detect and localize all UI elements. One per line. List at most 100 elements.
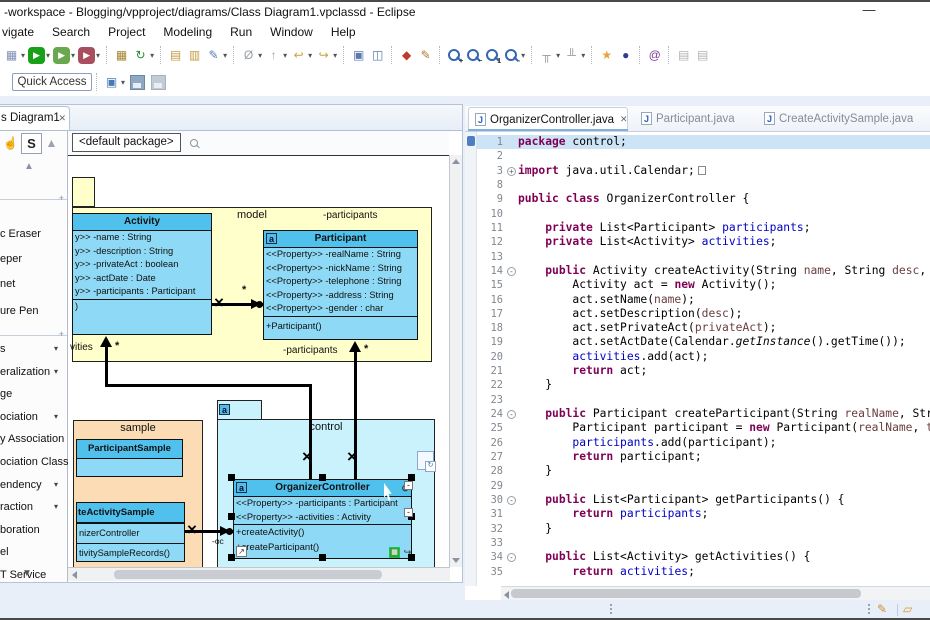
collapse-attributes-button[interactable]: - (404, 481, 413, 490)
align-bottom-icon[interactable]: ╨ (563, 47, 580, 64)
zoom-in-icon[interactable]: + (446, 47, 463, 64)
skip-breakpoints-icon-caret[interactable]: ▾ (258, 51, 262, 60)
quick-access-box[interactable]: Quick Access (12, 73, 92, 91)
new-wizard-caret[interactable]: ▾ (121, 78, 125, 87)
class-create-activity-sample[interactable]: teActivitySample nizerControllertivitySa… (76, 502, 185, 562)
align-top-icon[interactable]: ╥ (538, 47, 555, 64)
palette-item-ociation[interactable]: ociation▾ (0, 407, 38, 427)
dropdown-caret-icon[interactable]: ▾ (54, 475, 58, 495)
menu-window[interactable]: Window (261, 22, 322, 39)
close-icon[interactable]: ✕ (620, 114, 628, 125)
hand-tool-icon[interactable]: ☝ (1, 133, 20, 152)
mark-occurrences-icon[interactable]: ↑ (265, 47, 282, 64)
dropdown-caret-icon[interactable]: ▾ (54, 339, 58, 359)
coverage-icon[interactable]: ▶ (53, 47, 70, 64)
class-activity[interactable]: Activity y>> -name : Stringy>> -descript… (72, 213, 212, 335)
globe-icon[interactable]: ● (617, 47, 634, 64)
profile-icon-caret[interactable]: ▾ (96, 51, 100, 60)
save-all-icon[interactable] (151, 75, 166, 90)
resource-cursor-icon[interactable]: ↪ (402, 547, 413, 558)
update-project-icon[interactable]: ↻ (132, 47, 149, 64)
show-members-icon[interactable]: ▦ (389, 547, 400, 558)
open-perspective-icon[interactable]: ▣ (350, 47, 367, 64)
open-folder-icon[interactable]: ▤ (167, 47, 184, 64)
scrollbar-thumb[interactable] (114, 570, 382, 579)
align-bottom-icon-caret[interactable]: ▾ (581, 51, 585, 60)
scroll-left-icon[interactable] (504, 591, 509, 599)
palette-item-boration[interactable]: boration (0, 520, 40, 540)
palette-item-s[interactable]: s▾ (0, 339, 6, 359)
editor-tab-participant-java[interactable]: JParticipant.java (635, 107, 735, 130)
menu-modeling[interactable]: Modeling (154, 22, 221, 39)
sync-hint-icon[interactable]: ↻ (417, 451, 434, 470)
diagram-canvas[interactable]: model -participants sample a control × *… (68, 155, 450, 568)
palette-item-net[interactable]: net (0, 274, 15, 294)
zoom-fit-icon-caret[interactable]: ▾ (521, 51, 525, 60)
back-icon[interactable]: ↩ (290, 47, 307, 64)
scrollbar-thumb[interactable] (511, 589, 861, 598)
diagram-vertical-scrollbar[interactable] (449, 155, 462, 567)
mail-icon[interactable]: @ (646, 47, 663, 64)
wand-icon[interactable]: ✎ (205, 47, 222, 64)
dropdown-caret-icon[interactable]: ▾ (54, 497, 58, 517)
selection-handle[interactable] (228, 554, 235, 561)
next-edit-icon[interactable]: ▤ (694, 47, 711, 64)
wand-icon-caret[interactable]: ▾ (223, 51, 227, 60)
back-icon-caret[interactable]: ▾ (308, 51, 312, 60)
fold-toggle-icon[interactable]: - (507, 267, 516, 276)
palette-splitter-handle[interactable]: + (59, 329, 64, 339)
format-brush-icon[interactable]: ✎ (417, 47, 434, 64)
bookmark-icon[interactable]: ◆ (398, 47, 415, 64)
fold-toggle-icon[interactable]: + (507, 167, 516, 176)
clipped-icon[interactable]: ▦ (3, 47, 20, 64)
palette-scroll-up-icon[interactable]: ▲ (24, 161, 34, 172)
close-icon[interactable]: ✕ (58, 107, 66, 130)
forward-icon[interactable]: ↪ (315, 47, 332, 64)
palette-item-el[interactable]: el (0, 542, 9, 562)
overview-map-icon[interactable]: ▱ (903, 602, 912, 616)
new-java-project-icon[interactable]: ▦ (113, 47, 130, 64)
editor-tab-createactivitysample-java[interactable]: JCreateActivitySample.java (758, 107, 913, 130)
last-edit-icon[interactable]: ▤ (675, 47, 692, 64)
skip-breakpoints-icon[interactable]: Ø (240, 47, 257, 64)
palette-item-eper[interactable]: eper (0, 249, 22, 269)
dropdown-caret-icon[interactable]: ▾ (54, 362, 58, 382)
jump-to-source-icon[interactable]: ↗ (236, 546, 247, 557)
minimize-button[interactable]: — (852, 2, 886, 22)
scroll-up-icon[interactable] (452, 159, 460, 164)
collapse-operations-button[interactable]: - (404, 508, 413, 517)
folder-icon[interactable]: ▥ (186, 47, 203, 64)
align-top-icon-caret[interactable]: ▾ (556, 51, 560, 60)
zoom-fit-icon[interactable]: ▫ (503, 47, 520, 64)
control-package-tab[interactable]: a (217, 400, 262, 420)
code-area[interactable]: package control;import java.util.Calenda… (518, 132, 930, 586)
palette-item-ge[interactable]: ge (0, 384, 12, 404)
fold-toggle-icon[interactable]: - (507, 410, 516, 419)
fast-view-icon[interactable]: ◫ (369, 47, 386, 64)
palette-splitter-handle[interactable]: + (59, 193, 64, 203)
model-star-icon[interactable]: ★ (598, 47, 615, 64)
pointer-tool-icon[interactable]: ▲ (42, 133, 61, 152)
dropdown-caret-icon[interactable]: ▾ (54, 407, 58, 427)
mark-occurrences-icon-caret[interactable]: ▾ (283, 51, 287, 60)
menu-search[interactable]: Search (43, 22, 99, 39)
class-participant[interactable]: a Participant <<Property>> -realName : S… (263, 230, 418, 340)
fold-toggle-icon[interactable]: - (507, 553, 516, 562)
forward-icon-caret[interactable]: ▾ (333, 51, 337, 60)
clipped-icon-caret[interactable]: ▾ (21, 51, 25, 60)
scroll-down-icon[interactable] (452, 558, 460, 563)
model-package-tab[interactable] (72, 177, 95, 207)
selection-handle[interactable] (319, 554, 326, 561)
selection-tool-button[interactable]: S (21, 133, 42, 154)
editor-marker-bar[interactable] (465, 132, 477, 586)
zoom-actual-icon[interactable]: 1 (484, 47, 501, 64)
new-wizard-icon[interactable]: ▣ (103, 74, 120, 91)
profile-icon[interactable]: ▶ (78, 47, 95, 64)
menu-project[interactable]: Project (99, 22, 154, 39)
menu-vigate[interactable]: vigate (0, 22, 43, 39)
palette-item-ceraser[interactable]: c Eraser (0, 224, 41, 244)
zoom-out-icon[interactable]: − (465, 47, 482, 64)
breadcrumb[interactable]: <default package> (72, 133, 181, 152)
editor-horizontal-scrollbar[interactable] (501, 586, 930, 600)
run-icon[interactable]: ▶ (28, 47, 45, 64)
